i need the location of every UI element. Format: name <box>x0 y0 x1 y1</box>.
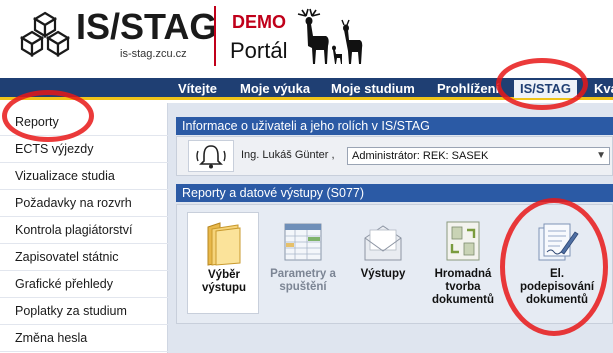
tile-label-line: Hromadná <box>434 268 492 280</box>
tile-label-line: Výběr <box>208 269 240 281</box>
tile-label-line: Parametry a <box>270 268 336 280</box>
logo-text: IS/STAG <box>76 6 218 47</box>
tile-label-line: výstupu <box>201 282 247 294</box>
sidebar-item-zmena-hesla[interactable]: Změna hesla <box>0 325 168 352</box>
folder-icon <box>207 222 241 266</box>
spreadsheet-icon <box>284 223 322 261</box>
tile-vystupy[interactable]: Výstupy <box>347 212 419 314</box>
notification-button[interactable] <box>188 140 234 172</box>
header-divider <box>214 6 216 66</box>
tile-vyber-vystupu[interactable]: Výběr výstupu <box>187 212 259 314</box>
deer-logo-icon <box>297 8 363 64</box>
sidebar-item-poplatky[interactable]: Poplatky za studium <box>0 298 168 325</box>
tile-label-line: tvorba <box>445 281 481 293</box>
portal-label: Portál <box>230 38 288 63</box>
highlight-mark-is-stag <box>496 58 588 110</box>
nav-item-moje-vyuka[interactable]: Moje výuka <box>240 80 310 98</box>
tile-hromadna-tvorba[interactable]: Hromadná tvorba dokumentů <box>427 212 499 314</box>
nav-item-prohlizeni[interactable]: Prohlížení <box>437 80 499 98</box>
tile-label-line: dokumentů <box>432 294 494 306</box>
demo-label: DEMO <box>232 12 286 32</box>
sidebar-item-pozadavky[interactable]: Požadavky na rozvrh <box>0 190 168 217</box>
tile-label-line: spuštění <box>279 281 327 293</box>
bell-icon <box>196 145 226 169</box>
nav-item-moje-studium[interactable]: Moje studium <box>331 80 415 98</box>
logo-url: is-stag.zcu.cz <box>120 48 187 60</box>
envelope-icon <box>364 225 402 261</box>
nav-item-vitejte[interactable]: Vítejte <box>178 80 217 98</box>
tile-label-line: Výstupy <box>360 268 406 280</box>
highlight-mark-reporty <box>2 90 94 142</box>
role-select[interactable]: Administrátor: REK: SASEK ▼ <box>347 147 610 165</box>
user-name: Ing. Lukáš Günter , <box>241 149 335 161</box>
chevron-down-icon: ▼ <box>596 150 606 161</box>
tile-parametry[interactable]: Parametry a spuštění <box>267 212 339 314</box>
sidebar-item-vizualizace[interactable]: Vizualizace studia <box>0 163 168 190</box>
user-panel-title: Informace o uživateli a jeho rolích v IS… <box>176 117 613 135</box>
sidebar-item-kontrola[interactable]: Kontrola plagiátorství <box>0 217 168 244</box>
highlight-mark-el-podepisovani <box>500 198 608 336</box>
user-panel: Ing. Lukáš Günter , Administrátor: REK: … <box>176 136 613 176</box>
recycle-docs-icon <box>446 221 480 261</box>
sidebar-item-zapisovatel[interactable]: Zapisovatel státnic <box>0 244 168 271</box>
sidebar-item-ects[interactable]: ECTS výjezdy <box>0 136 168 163</box>
sidebar: Reporty ECTS výjezdy Vizualizace studia … <box>0 103 168 353</box>
logo-cubes-icon <box>19 11 71 57</box>
role-select-value: Administrátor: REK: SASEK <box>352 150 489 162</box>
sidebar-item-graficke[interactable]: Grafické přehledy <box>0 271 168 298</box>
nav-item-kva[interactable]: Kva <box>594 80 613 98</box>
